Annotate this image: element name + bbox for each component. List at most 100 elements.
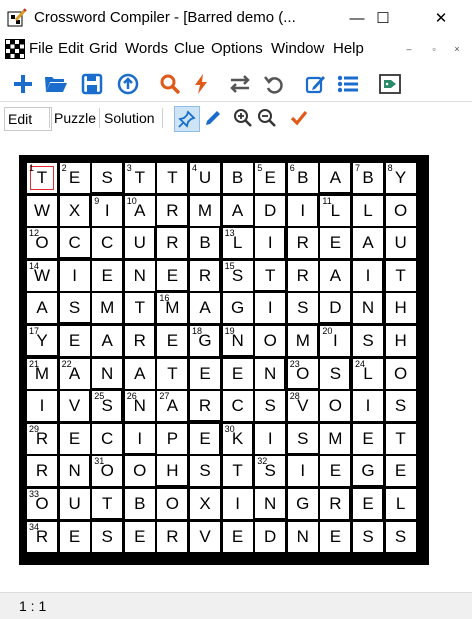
open-folder-icon[interactable]: [44, 72, 68, 96]
grid-cell[interactable]: E: [320, 456, 351, 487]
grid-cell[interactable]: H: [157, 456, 190, 489]
grid-cell[interactable]: B: [190, 228, 222, 261]
grid-cell[interactable]: E: [157, 260, 190, 293]
grid-cell[interactable]: C: [59, 228, 92, 261]
grid-cell[interactable]: 13 L: [222, 228, 253, 259]
grid-cell[interactable]: S: [320, 358, 353, 391]
maximize-button[interactable]: ☐: [360, 0, 406, 36]
grid-cell[interactable]: T: [255, 260, 288, 293]
grid-cell[interactable]: S: [92, 163, 125, 195]
grid-cell[interactable]: I: [124, 423, 157, 456]
grid-cell[interactable]: 3T: [124, 163, 155, 193]
grid-cell[interactable]: 27 A: [157, 391, 188, 422]
close-button[interactable]: ✕: [418, 0, 464, 36]
add-icon[interactable]: [11, 72, 35, 96]
grid-cell[interactable]: O: [320, 391, 351, 422]
upload-icon[interactable]: [116, 72, 140, 96]
grid-cell[interactable]: I: [255, 293, 286, 324]
grid-cell[interactable]: T: [385, 260, 416, 291]
grid-cell[interactable]: 17 Y: [27, 326, 59, 358]
grid-cell[interactable]: A: [320, 260, 351, 291]
grid-cell[interactable]: M: [190, 195, 220, 226]
edit-clue-icon[interactable]: [304, 72, 328, 96]
grid-cell[interactable]: U: [385, 228, 416, 259]
solution-mode-button[interactable]: Solution: [101, 107, 158, 129]
grid-cell[interactable]: 19 N: [222, 326, 255, 358]
grid-cell[interactable]: A: [222, 195, 255, 228]
grid-cell[interactable]: N: [124, 260, 155, 291]
grid-cell[interactable]: U: [59, 489, 90, 519]
grid-cell[interactable]: T: [92, 489, 125, 521]
grid-cell[interactable]: R: [157, 521, 188, 552]
zoom-in-icon[interactable]: [231, 106, 255, 130]
grid-cell[interactable]: I: [27, 391, 57, 422]
grid-cell[interactable]: 16 M: [157, 293, 188, 324]
grid-cell[interactable]: I: [287, 195, 320, 228]
grid-cell[interactable]: R: [157, 195, 190, 228]
grid-cell[interactable]: E: [92, 260, 123, 291]
grid-cell[interactable]: O: [255, 326, 286, 356]
grid-cell[interactable]: E: [190, 423, 222, 456]
grid-cell[interactable]: S: [255, 391, 286, 422]
puzzle-mode-button[interactable]: Puzzle: [51, 107, 99, 129]
grid-cell[interactable]: M: [287, 326, 320, 358]
grid-cell[interactable]: 15 S: [222, 260, 253, 291]
grid-cell[interactable]: A: [353, 228, 383, 259]
grid-cell[interactable]: 10 A: [124, 195, 155, 226]
grid-cell[interactable]: C: [222, 391, 253, 422]
grid-cell[interactable]: R: [190, 391, 222, 424]
menu-window[interactable]: Window: [271, 40, 324, 57]
grid-cell[interactable]: H: [385, 326, 416, 356]
grid-cell[interactable]: E: [59, 326, 90, 356]
save-icon[interactable]: [80, 72, 104, 96]
grid-cell[interactable]: E: [222, 521, 253, 552]
grid-cell[interactable]: T: [385, 423, 416, 454]
mdi-restore-button[interactable]: ▫: [423, 41, 445, 57]
grid-cell[interactable]: N: [353, 293, 385, 326]
grid-cell[interactable]: I: [353, 391, 383, 422]
grid-cell[interactable]: S: [353, 326, 383, 356]
grid-cell[interactable]: O: [124, 456, 155, 487]
grid-cell[interactable]: 6B: [287, 163, 318, 193]
pencil-icon[interactable]: [201, 106, 225, 130]
grid-cell[interactable]: 34 R: [27, 521, 57, 552]
grid-cell[interactable]: P: [157, 423, 188, 454]
grid-cell[interactable]: G: [287, 489, 318, 519]
grid-cell[interactable]: 24 L: [353, 358, 383, 389]
undo-icon[interactable]: [262, 72, 286, 96]
grid-cell[interactable]: A: [27, 293, 57, 324]
menu-words[interactable]: Words: [125, 40, 168, 57]
grid-cell[interactable]: E: [190, 358, 220, 389]
grid-cell[interactable]: R: [27, 456, 57, 487]
grid-cell[interactable]: S: [287, 293, 318, 324]
grid-cell[interactable]: E: [353, 489, 385, 521]
grid-cell[interactable]: 28 V: [287, 391, 318, 422]
grid-cell[interactable]: H: [385, 293, 416, 324]
zoom-out-icon[interactable]: [255, 106, 279, 130]
grid-cell[interactable]: T: [124, 293, 157, 326]
grid-cell[interactable]: V: [190, 521, 220, 552]
grid-cell[interactable]: I: [353, 260, 385, 293]
grid-cell[interactable]: R: [190, 260, 222, 293]
mdi-minimize-button[interactable]: –: [398, 41, 420, 57]
mdi-close-button[interactable]: ×: [446, 41, 468, 57]
grid-cell[interactable]: 30 K: [222, 423, 255, 456]
grid-cell[interactable]: E: [320, 228, 351, 259]
grid-cell[interactable]: 33 O: [27, 489, 57, 519]
grid-cell[interactable]: 9I: [92, 195, 123, 226]
grid-cell[interactable]: S: [190, 456, 220, 487]
grid-cell[interactable]: 32 S: [255, 456, 286, 487]
grid-cell[interactable]: M: [92, 293, 123, 324]
grid-cell[interactable]: N: [59, 456, 92, 489]
grid-cell[interactable]: E: [59, 521, 90, 552]
grid-cell[interactable]: 8Y: [385, 163, 416, 193]
grid-cell[interactable]: W: [27, 195, 57, 226]
grid-cell[interactable]: D: [320, 293, 353, 326]
grid-cell[interactable]: N: [255, 358, 288, 391]
grid-cell[interactable]: D: [255, 195, 286, 226]
grid-cell[interactable]: S: [385, 391, 416, 422]
grid-cell[interactable]: A: [320, 163, 353, 195]
menu-edit[interactable]: Edit: [58, 40, 84, 57]
grid-cell[interactable]: S: [59, 293, 92, 326]
grid-cell[interactable]: G: [222, 293, 253, 324]
